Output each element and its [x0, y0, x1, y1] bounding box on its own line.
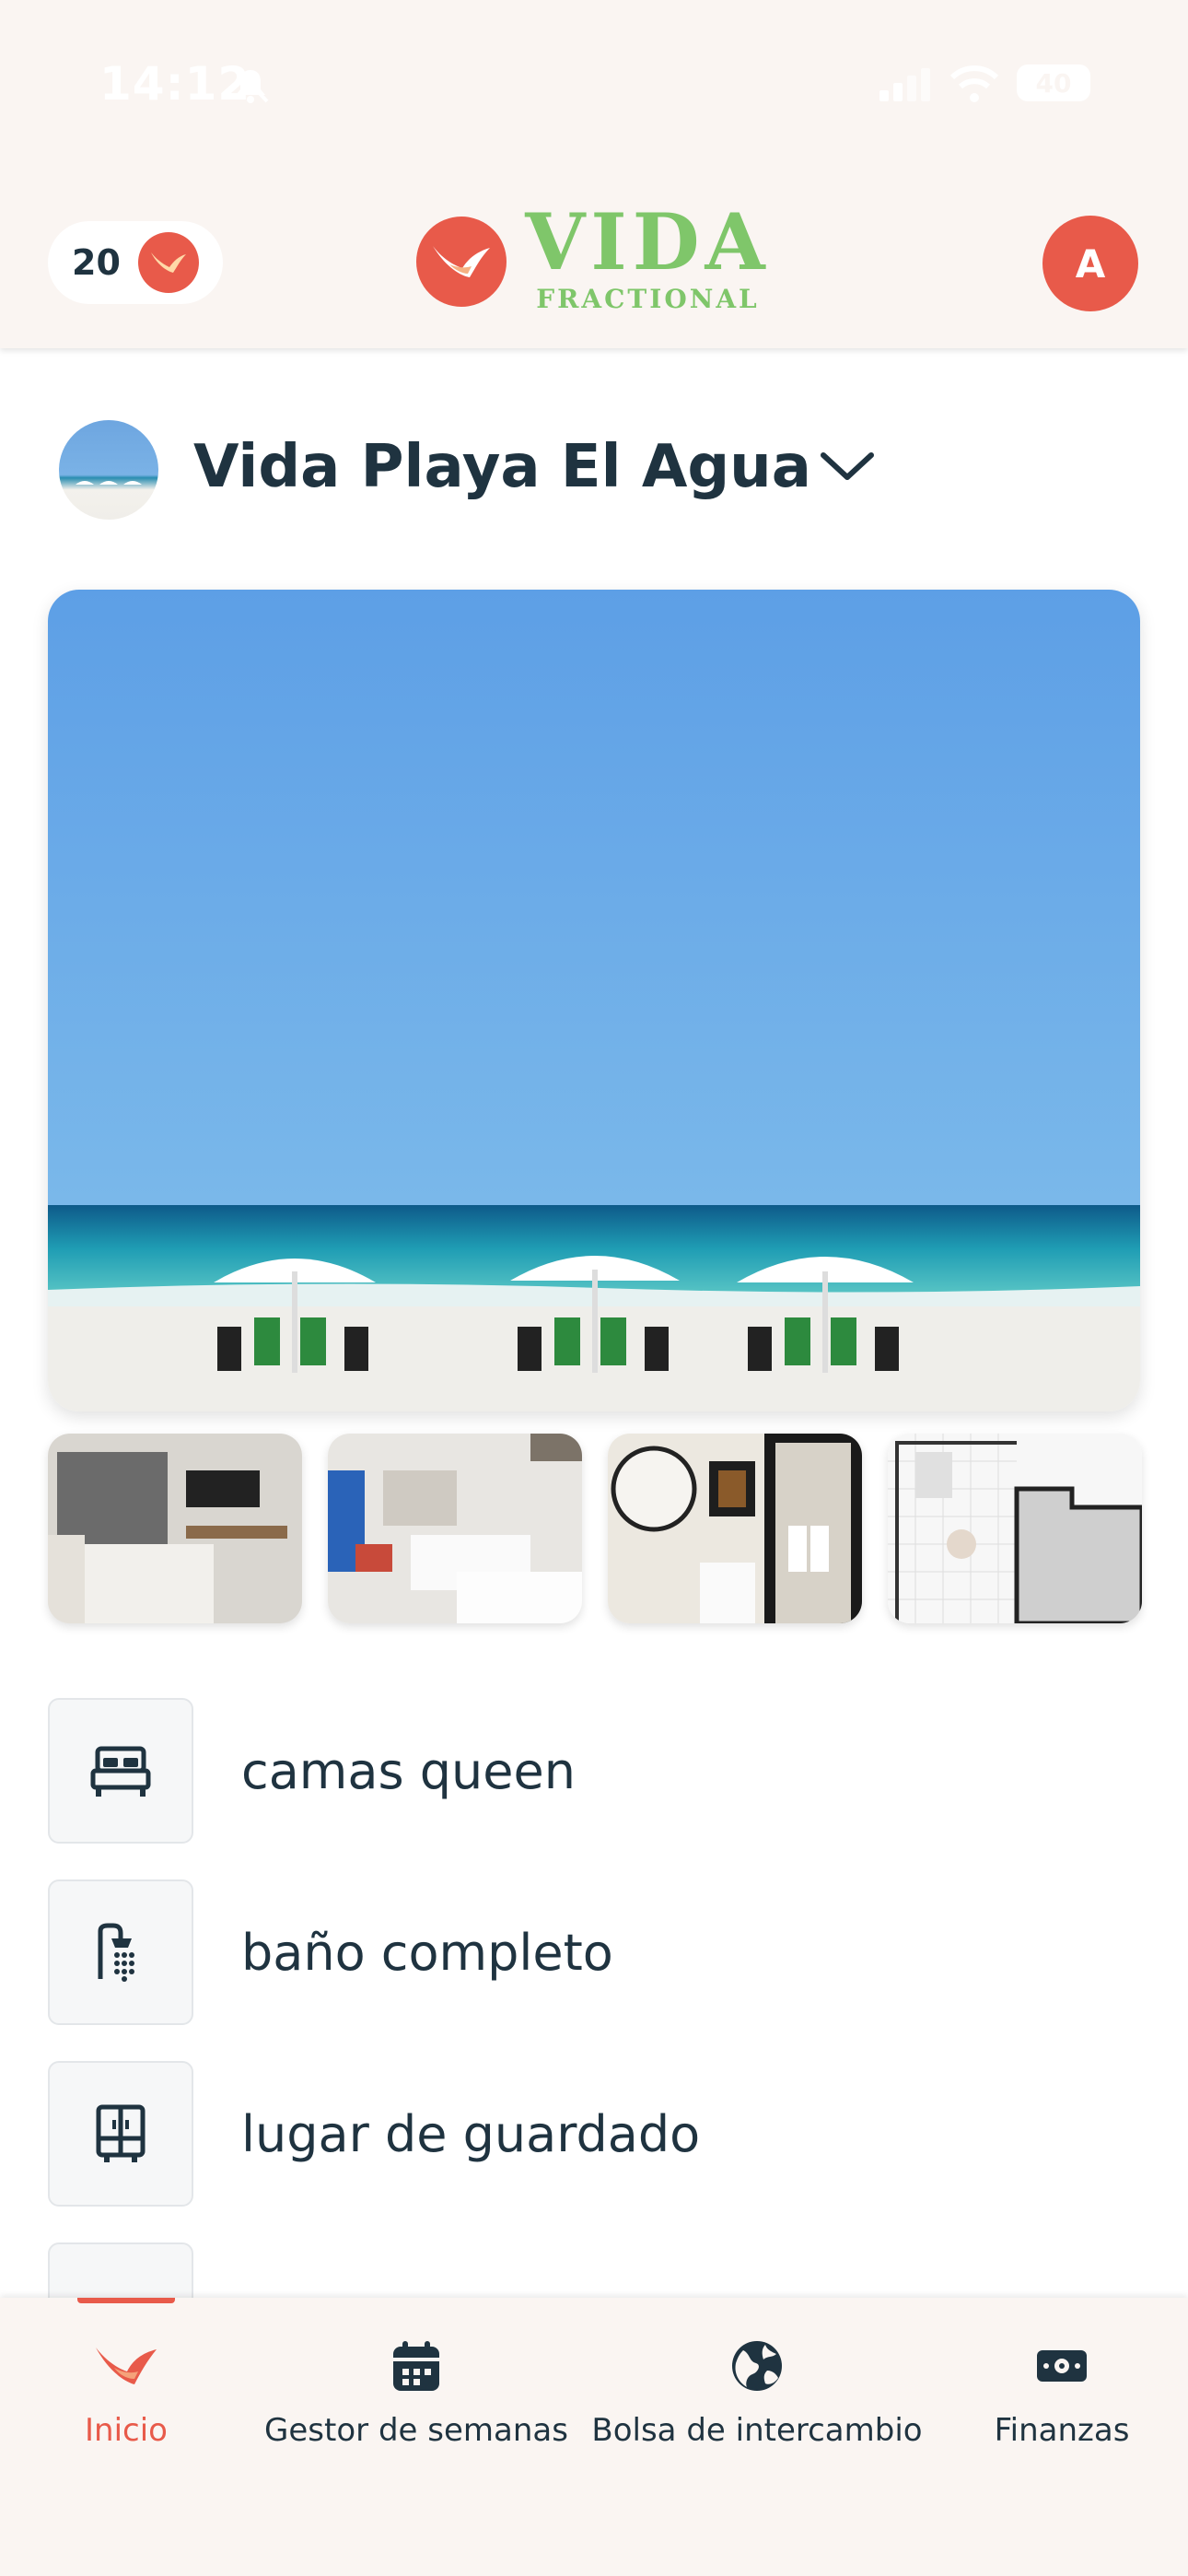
gallery-thumb-room[interactable] — [328, 1434, 582, 1623]
cash-icon — [1035, 2338, 1089, 2394]
nav-label: Inicio — [85, 2412, 168, 2449]
chevron-down-icon[interactable] — [818, 448, 877, 485]
battery-icon: 40 — [1017, 64, 1090, 101]
amenity-label: lugar de guardado — [241, 2104, 701, 2163]
status-time: 14:12 — [99, 57, 251, 111]
active-tab-indicator — [77, 2298, 175, 2303]
wardrobe-icon — [48, 2061, 193, 2207]
gallery-thumbnails — [48, 1434, 1142, 1623]
nav-item-gestor-semanas[interactable]: Gestor de semanas — [263, 2338, 569, 2449]
points-badge[interactable]: 20 — [48, 221, 223, 304]
gallery-thumb-floorplan[interactable] — [888, 1434, 1142, 1623]
bell-muted-icon — [234, 66, 269, 103]
shower-icon — [48, 1879, 193, 2025]
app-header: 14:12 40 20 VIDA FRACTIONAL A — [0, 0, 1188, 348]
bottom-nav: Inicio Gestor de semanas Bolsa de interc… — [0, 2298, 1188, 2576]
nav-label: Bolsa de intercambio — [591, 2412, 923, 2449]
logo-wordmark: VIDA — [525, 196, 771, 287]
user-avatar[interactable]: A — [1042, 216, 1138, 311]
nav-label: Finanzas — [994, 2412, 1130, 2449]
bed-icon — [48, 1698, 193, 1844]
logo-bird-icon — [416, 217, 507, 307]
globe-icon — [730, 2338, 784, 2394]
gallery-thumb-bathroom[interactable] — [608, 1434, 862, 1623]
logo-subtitle: FRACTIONAL — [536, 284, 760, 314]
nav-label: Gestor de semanas — [264, 2412, 568, 2449]
amenity-label: baño completo — [241, 1923, 613, 1982]
nav-item-finanzas[interactable]: Finanzas — [987, 2338, 1136, 2449]
property-hero-image[interactable] — [48, 590, 1140, 1411]
points-count: 20 — [72, 242, 121, 283]
wifi-icon — [949, 65, 999, 102]
property-name[interactable]: Vida Playa El Agua — [193, 433, 811, 501]
property-thumbnail — [59, 420, 158, 520]
amenity-item: camas queen — [48, 1697, 1140, 1844]
nav-item-inicio[interactable]: Inicio — [79, 2338, 173, 2449]
nav-item-bolsa-intercambio[interactable]: Bolsa de intercambio — [591, 2338, 923, 2449]
battery-level: 40 — [1035, 67, 1072, 99]
amenity-item: baño completo — [48, 1879, 1140, 2026]
gallery-thumb-bedroom[interactable] — [48, 1434, 302, 1623]
bird-icon — [94, 2338, 158, 2394]
points-bird-icon — [138, 232, 199, 293]
calendar-icon — [391, 2338, 441, 2394]
amenity-item: lugar de guardado — [48, 2060, 1140, 2207]
cell-signal-icon — [879, 68, 930, 101]
amenity-label: camas queen — [241, 1741, 576, 1800]
